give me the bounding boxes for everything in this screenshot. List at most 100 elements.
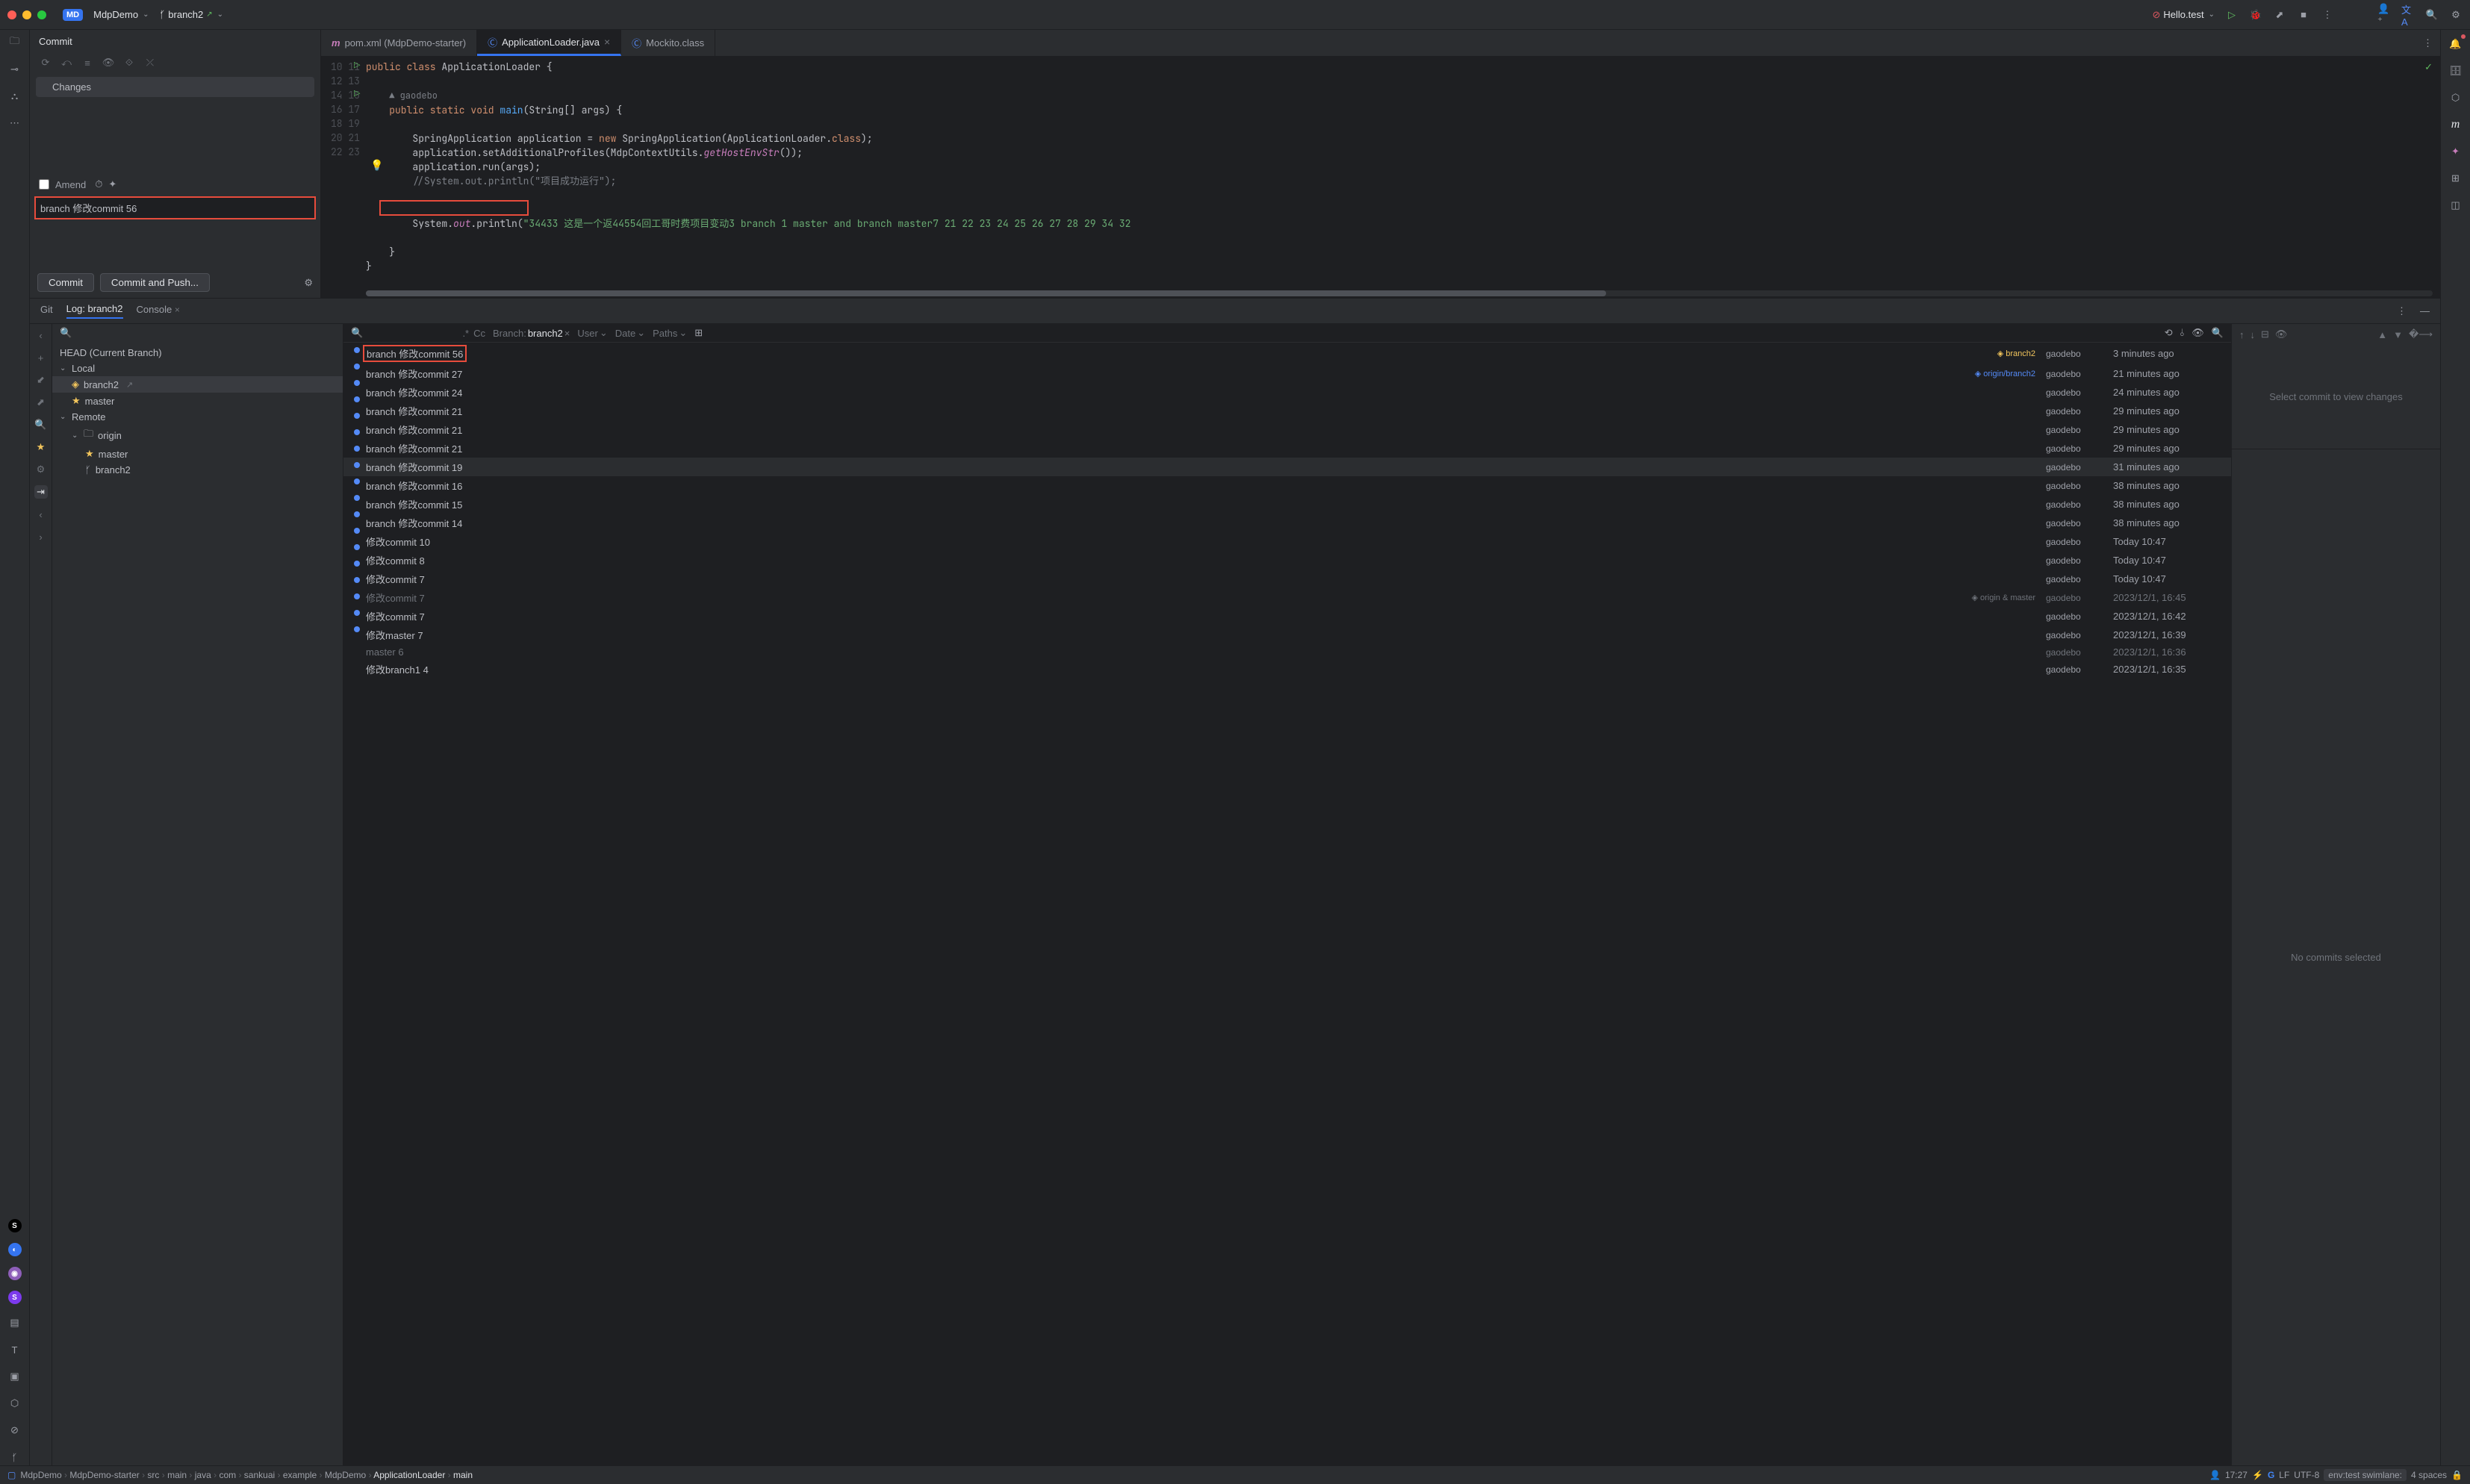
notifications-icon[interactable]: 🔔 [2448, 36, 2464, 52]
fetch-icon[interactable]: 🔍 [34, 418, 48, 431]
plugin-icon[interactable]: ⊞ [2448, 170, 2464, 187]
git-tool-icon[interactable]: ᚶ [7, 1449, 23, 1465]
todo-icon[interactable]: T [7, 1341, 23, 1358]
commit-settings-icon[interactable]: ⚙ [304, 277, 313, 289]
amend-checkbox[interactable] [39, 179, 49, 190]
database-icon[interactable]: 🗄 [2448, 63, 2464, 79]
eye-icon[interactable]: 👁 [2275, 328, 2288, 340]
translate-icon[interactable]: 文A [2401, 8, 2415, 22]
favorite-icon[interactable]: ★ [34, 440, 48, 454]
group-icon[interactable]: ⤫ [143, 56, 157, 69]
stop-icon[interactable]: ■ [2297, 8, 2310, 22]
indent-info[interactable]: 4 spaces [2411, 1470, 2447, 1480]
crumb-item[interactable]: MdpDemo-starter [69, 1470, 139, 1480]
crumb-item[interactable]: src [147, 1470, 159, 1480]
inspection-icon[interactable]: 👤 [2209, 1470, 2221, 1480]
search-everywhere-icon[interactable]: 🔍 [2425, 8, 2439, 22]
maximize-window-icon[interactable] [37, 10, 46, 19]
run-config-selector[interactable]: ⊘ Hello.test [2153, 9, 2215, 21]
rollback-icon[interactable]: ⤺ [60, 56, 73, 69]
next-diff-icon[interactable]: ↓ [2250, 329, 2256, 340]
log-row[interactable]: 修改branch1 4gaodebo2023/12/1, 16:35 [343, 660, 2231, 679]
refresh-log-icon[interactable]: ⟲ [2165, 327, 2173, 339]
origin-node[interactable]: ⌄🗀origin [52, 425, 343, 446]
crumb-item[interactable]: main [453, 1470, 473, 1480]
editor-body[interactable]: ✓ 10 11 12 13 14 15 16 17 18 19 20 21 22… [321, 57, 2440, 298]
intention-bulb-icon[interactable]: 💡 [370, 159, 383, 172]
expand-icon[interactable]: ⇥ [34, 485, 48, 499]
log-rows[interactable]: branch 修改commit 56◈ branch2gaodebo3 minu… [343, 343, 2231, 1465]
collapse-icon[interactable]: ‹ [34, 328, 48, 342]
tab-log[interactable]: Log: branch2 [66, 303, 123, 319]
local-node[interactable]: ⌄Local [52, 361, 343, 376]
filter-date[interactable]: Date ⌄ [615, 327, 645, 339]
panel-options-icon[interactable]: ⋮ [2397, 305, 2407, 317]
nav-down-icon[interactable]: ▼ [2393, 329, 2403, 340]
branch-branch2[interactable]: ◈branch2↗ [52, 376, 343, 393]
ai-icon[interactable]: ✦ [108, 178, 116, 190]
coverage-icon[interactable]: ◫ [2448, 197, 2464, 213]
services-icon[interactable]: ⬡ [7, 1395, 23, 1412]
settings-icon[interactable]: ⚙ [2449, 8, 2463, 22]
nav-up-icon[interactable]: ▲ [2377, 329, 2387, 340]
tab-git[interactable]: Git [40, 304, 53, 318]
minimize-window-icon[interactable] [22, 10, 31, 19]
filter-paths[interactable]: Paths ⌄ [653, 327, 687, 339]
tab-application-loader[interactable]: Ⓒ ApplicationLoader.java × [477, 30, 621, 56]
branch-selector[interactable]: ᚶ branch2 ↗ [159, 9, 223, 20]
env-badge[interactable]: env:test swimlane: [2324, 1469, 2407, 1481]
log-row[interactable]: branch 修改commit 21gaodebo29 minutes ago [343, 402, 2231, 420]
remote-branch2[interactable]: ᚶbranch2 [52, 462, 343, 478]
eye-icon[interactable]: 👁 [2191, 327, 2204, 339]
structure-tool-icon[interactable]: ⛬ [7, 88, 23, 105]
crumb-item[interactable]: java [195, 1470, 211, 1480]
update-icon[interactable]: ⬋ [34, 373, 48, 387]
crumb-item[interactable]: main [167, 1470, 187, 1480]
power-save-icon[interactable]: ⚡ [2252, 1470, 2263, 1480]
show-diff-icon[interactable]: 👁 [102, 56, 115, 69]
refresh-icon[interactable]: ⟳ [39, 56, 52, 69]
new-branch-icon[interactable]: + [34, 351, 48, 364]
commit-message-input[interactable]: branch 修改commit 56 [34, 196, 316, 219]
horizontal-scrollbar[interactable] [366, 290, 2433, 296]
filter-branch[interactable]: Branch: branch2 × [493, 328, 570, 339]
diff-icon[interactable]: ≡ [81, 56, 94, 69]
more-tool-icon[interactable]: ⋯ [7, 115, 23, 131]
close-tab-icon[interactable]: × [604, 36, 610, 48]
log-row[interactable]: branch 修改commit 27◈ origin/branch2gaodeb… [343, 364, 2231, 383]
close-icon[interactable]: × [175, 305, 180, 315]
log-row[interactable]: branch 修改commit 21gaodebo29 minutes ago [343, 420, 2231, 439]
tab-pom[interactable]: m pom.xml (MdpDemo-starter) [321, 30, 477, 56]
cherry-pick-icon[interactable]: ⫰ [2180, 327, 2185, 339]
hide-panel-icon[interactable]: — [2420, 305, 2430, 317]
push-icon[interactable]: ⬈ [34, 396, 48, 409]
more-icon[interactable]: › [34, 530, 48, 543]
debug-icon[interactable]: 🐞 [2249, 8, 2262, 22]
log-row[interactable]: branch 修改commit 15gaodebo38 minutes ago [343, 495, 2231, 514]
ai-assistant-icon[interactable]: ✦ [2448, 143, 2464, 160]
log-row[interactable]: 修改commit 10gaodeboToday 10:47 [343, 532, 2231, 551]
breadcrumbs[interactable]: MdpDemo › MdpDemo-starter › src › main ›… [20, 1470, 473, 1480]
changes-node[interactable]: Changes [36, 77, 314, 97]
find-icon[interactable]: 🔍 [2212, 327, 2224, 339]
plugin-o-icon[interactable]: ◐ [8, 1243, 22, 1256]
log-row[interactable]: branch 修改commit 14gaodebo38 minutes ago [343, 514, 2231, 532]
log-row[interactable]: branch 修改commit 16gaodebo38 minutes ago [343, 476, 2231, 495]
project-tool-icon[interactable]: 🗀 [7, 34, 23, 51]
commit-tool-icon[interactable]: ⊸ [7, 61, 23, 78]
problems-icon[interactable]: ⊘ [7, 1422, 23, 1438]
commit-and-push-button[interactable]: Commit and Push... [100, 273, 210, 292]
branch-search[interactable]: 🔍 [52, 324, 343, 342]
maven-icon[interactable]: m [2448, 116, 2464, 133]
changelist-icon[interactable]: ⟐ [122, 56, 136, 69]
project-selector[interactable]: MdpDemo [93, 9, 149, 20]
crumb-item[interactable]: example [283, 1470, 317, 1480]
crumb-item[interactable]: sankuai [244, 1470, 275, 1480]
log-row[interactable]: branch 修改commit 24gaodebo24 minutes ago [343, 383, 2231, 402]
google-icon[interactable]: G [2268, 1470, 2274, 1480]
open-new-tab-icon[interactable]: ⊞ [694, 327, 703, 339]
plugin-swirl-icon[interactable]: ◉ [8, 1267, 22, 1280]
close-window-icon[interactable] [7, 10, 16, 19]
plugin-s-icon[interactable]: S [8, 1219, 22, 1232]
filter-user[interactable]: User ⌄ [577, 327, 607, 339]
